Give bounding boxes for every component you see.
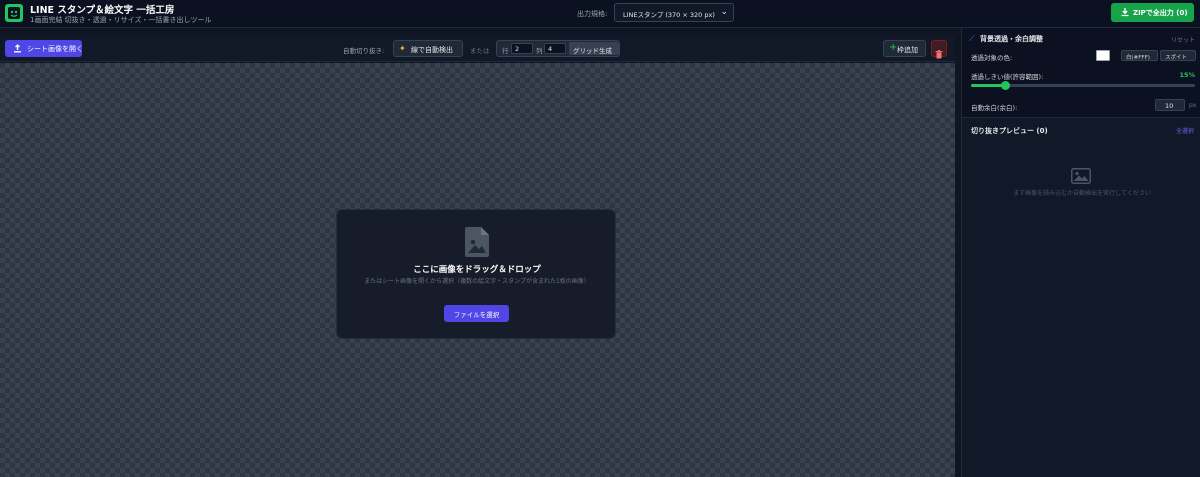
- select-all-link[interactable]: 全選択: [1176, 126, 1194, 135]
- tolerance-label: 透過しきい値(許容範囲):: [971, 73, 1044, 81]
- download-icon: [1120, 7, 1130, 19]
- app-root: LINE スタンプ＆絵文字 一括工房 1画面完結 切抜き・透過・リサイズ・一括書…: [0, 0, 1200, 477]
- tolerance-slider-fill: [971, 84, 1005, 87]
- auto-crop-label: 自動切り抜き:: [343, 47, 385, 55]
- rows-label: 行: [502, 47, 509, 55]
- app-subtitle: 1画面完結 切抜き・透過・リサイズ・一括書き出しツール: [30, 16, 212, 24]
- zip-export-button[interactable]: ZIPで全出力 (0): [1111, 3, 1194, 22]
- grid-settings: 行 2 列 4 グリッド生成: [496, 40, 620, 57]
- canvas-toolbar: シート画像を開く 自動切り抜き: ✦ 線で自動検出 または 行 2 列 4 グリ…: [0, 36, 955, 62]
- background-settings: ⟋ 背景透過・余白調整 リセット 透過対象の色: 白(#FFF) スポイト 透過…: [962, 28, 1200, 118]
- app-logo-icon: [5, 4, 23, 22]
- drop-zone-title: ここに画像をドラッグ＆ドロップ: [413, 265, 541, 275]
- tolerance-slider-thumb[interactable]: [1000, 81, 1010, 90]
- settings-heading: 背景透過・余白調整: [980, 35, 1043, 43]
- select-file-button[interactable]: ファイルを選択: [444, 305, 509, 322]
- plus-icon: +: [889, 42, 898, 53]
- margin-label: 自動余白(余白):: [971, 104, 1018, 112]
- white-color-button[interactable]: 白(#FFF): [1121, 50, 1158, 61]
- output-format-value: LINEスタンプ (370 × 320 px): [623, 11, 715, 19]
- cols-input[interactable]: 4: [544, 43, 566, 54]
- right-panel: ⟋ 背景透過・余白調整 リセット 透過対象の色: 白(#FFF) スポイト 透過…: [961, 28, 1200, 477]
- eyedropper-button[interactable]: スポイト: [1160, 50, 1196, 61]
- reset-link[interactable]: リセット: [1171, 35, 1195, 44]
- preview-empty-message: まず画像を読み込むか自動検出を実行してください: [1013, 190, 1151, 197]
- open-sheet-label: シート画像を開く: [27, 45, 83, 53]
- margin-unit: px: [1189, 102, 1197, 109]
- tolerance-value: 15%: [1179, 71, 1195, 79]
- preview-title: 切り抜きプレビュー (0): [971, 127, 1048, 135]
- upload-icon: [13, 44, 22, 55]
- image-file-icon: [465, 227, 489, 261]
- output-format-label: 出力規格:: [577, 10, 608, 18]
- editor-canvas[interactable]: ここに画像をドラッグ＆ドロップ またはシート画像を開くから選択（複数の絵文字・ス…: [0, 63, 955, 477]
- drop-zone-description: またはシート画像を開くから選択（複数の絵文字・スタンプが含まれた1枚の画像）: [364, 278, 590, 285]
- image-placeholder-icon: [1071, 168, 1091, 188]
- app-title: LINE スタンプ＆絵文字 一括工房: [30, 5, 175, 16]
- zip-export-label: ZIPで全出力 (0): [1133, 9, 1188, 17]
- or-label: または: [470, 47, 490, 55]
- open-sheet-button[interactable]: シート画像を開く: [5, 40, 83, 57]
- transparent-color-label: 透過対象の色:: [971, 54, 1013, 62]
- add-frame-label: 枠追加: [897, 46, 918, 54]
- rows-input[interactable]: 2: [511, 43, 533, 54]
- grid-generate-button[interactable]: グリッド生成: [569, 42, 619, 55]
- trash-icon: [935, 44, 943, 63]
- tolerance-slider[interactable]: [971, 81, 1195, 90]
- transparent-color-swatch[interactable]: [1096, 50, 1110, 61]
- margin-input[interactable]: 10: [1155, 99, 1185, 111]
- magic-wand-icon: ⟋: [969, 34, 975, 43]
- auto-detect-label: 線で自動検出: [411, 46, 453, 54]
- add-frame-button[interactable]: + 枠追加: [883, 40, 926, 57]
- magic-wand-icon: ✦: [399, 44, 406, 53]
- output-format-select[interactable]: LINEスタンプ (370 × 320 px) ⌄: [614, 3, 734, 22]
- drop-zone[interactable]: ここに画像をドラッグ＆ドロップ またはシート画像を開くから選択（複数の絵文字・ス…: [336, 209, 616, 339]
- delete-button[interactable]: [931, 40, 947, 59]
- cols-label: 列: [536, 47, 543, 55]
- app-header: LINE スタンプ＆絵文字 一括工房 1画面完結 切抜き・透過・リサイズ・一括書…: [0, 0, 1200, 28]
- chevron-down-icon: ⌄: [720, 7, 728, 17]
- auto-detect-button[interactable]: ✦ 線で自動検出: [393, 40, 463, 57]
